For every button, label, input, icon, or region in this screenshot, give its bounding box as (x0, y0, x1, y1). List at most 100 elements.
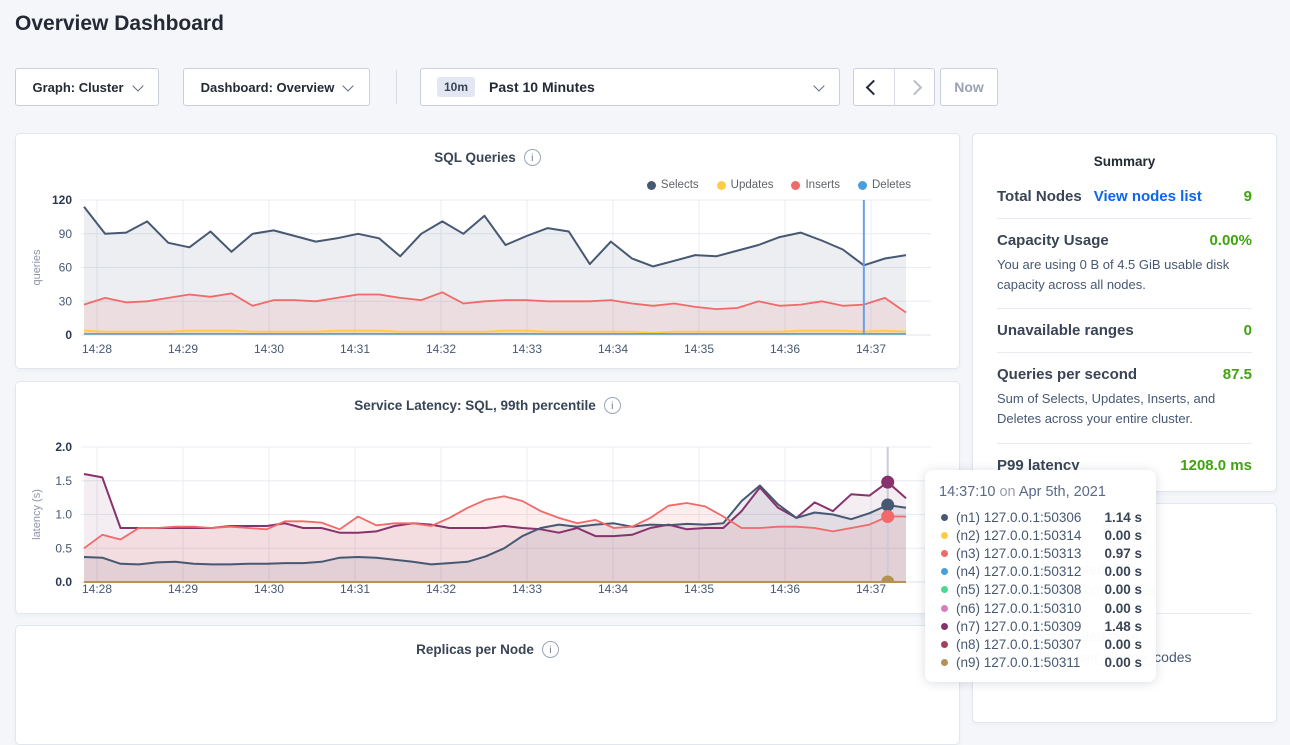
x-axis-tick: 14:28 (82, 342, 112, 356)
info-icon[interactable] (542, 641, 559, 658)
legend-dot (717, 181, 726, 190)
service-latency-header: Service Latency: SQL, 99th percentile (16, 397, 959, 414)
tooltip-row: (n3) 127.0.0.1:503130.97 s (939, 544, 1142, 562)
y-axis-label: latency (s) (31, 489, 43, 540)
series-color-dot (941, 550, 948, 557)
chart-title: Replicas per Node (416, 642, 534, 657)
x-axis-tick: 14:37 (856, 582, 886, 596)
tooltip-timestamp: 14:37:10 on Apr 5th, 2021 (939, 484, 1142, 500)
tooltip-node-label: (n1) 127.0.0.1:50306 (956, 510, 1104, 525)
time-range-label: Past 10 Minutes (489, 79, 815, 95)
x-axis-tick: 14:29 (168, 582, 198, 596)
sql-queries-card: SQL Queries Selects Updates Inserts Deletes… (15, 133, 960, 369)
info-icon[interactable] (524, 149, 541, 166)
service-latency-card: Service Latency: SQL, 99th percentile 14… (15, 381, 960, 614)
tooltip-node-label: (n2) 127.0.0.1:50314 (956, 528, 1104, 543)
legend-label: Deletes (872, 179, 911, 191)
y-axis-tick: 0 (65, 328, 72, 342)
legend-item-updates[interactable]: Updates (717, 179, 774, 191)
y-axis-tick: 0.0 (55, 575, 72, 589)
x-axis-tick: 14:29 (168, 342, 198, 356)
view-nodes-list-link[interactable]: View nodes list (1094, 188, 1202, 205)
qps-label: Queries per second (997, 366, 1137, 383)
x-axis-tick: 14:30 (254, 342, 284, 356)
series-color-dot (941, 532, 948, 539)
time-range-dropdown[interactable]: 10m Past 10 Minutes (420, 68, 840, 106)
legend-item-deletes[interactable]: Deletes (858, 179, 911, 191)
legend-item-inserts[interactable]: Inserts (791, 179, 840, 191)
x-axis-tick: 14:35 (684, 342, 714, 356)
tooltip-row: (n9) 127.0.0.1:503110.00 s (939, 654, 1142, 672)
chevron-down-icon (813, 80, 824, 91)
capacity-label: Capacity Usage (997, 232, 1109, 249)
tooltip-node-value: 0.97 s (1104, 546, 1142, 561)
summary-capacity: Capacity Usage 0.00% You are using 0 B o… (997, 219, 1252, 309)
chart-legend: Selects Updates Inserts Deletes (647, 179, 911, 191)
y-axis-tick: 90 (59, 227, 73, 241)
tooltip-node-label: (n3) 127.0.0.1:50313 (956, 546, 1104, 561)
legend-dot (647, 181, 656, 190)
unavailable-ranges-value: 0 (1244, 322, 1252, 339)
chevron-right-icon (906, 79, 922, 95)
summary-panel: Summary Total Nodes View nodes list 9 Ca… (972, 133, 1277, 492)
tooltip-row: (n6) 127.0.0.1:503100.00 s (939, 599, 1142, 617)
unavailable-ranges-label: Unavailable ranges (997, 322, 1134, 339)
series-color-dot (941, 605, 948, 612)
now-button[interactable]: Now (940, 68, 998, 106)
tooltip-preposition: on (999, 484, 1015, 500)
tooltip-row: (n8) 127.0.0.1:503070.00 s (939, 635, 1142, 653)
tooltip-node-label: (n4) 127.0.0.1:50312 (956, 564, 1104, 579)
hover-dot (881, 476, 894, 489)
y-axis-tick: 0.5 (55, 541, 72, 555)
tooltip-row: (n2) 127.0.0.1:503140.00 s (939, 526, 1142, 544)
dashboard-dropdown[interactable]: Dashboard: Overview (183, 68, 370, 106)
y-axis-tick: 60 (59, 261, 73, 275)
qps-description: Sum of Selects, Updates, Inserts, and De… (997, 389, 1252, 429)
legend-item-selects[interactable]: Selects (647, 179, 699, 191)
tooltip-node-label: (n6) 127.0.0.1:50310 (956, 601, 1104, 616)
tooltip-node-value: 0.00 s (1104, 528, 1142, 543)
page-title: Overview Dashboard (15, 12, 224, 36)
tooltip-node-value: 0.00 s (1104, 582, 1142, 597)
graph-dropdown[interactable]: Graph: Cluster (15, 68, 159, 106)
summary-qps: Queries per second 87.5 Sum of Selects, … (997, 353, 1252, 443)
overview-dashboard-page: Overview Dashboard Graph: Cluster Dashbo… (0, 0, 1290, 689)
replicas-per-node-card: Replicas per Node (15, 625, 960, 745)
x-axis-tick: 14:37 (856, 342, 886, 356)
replicas-per-node-header: Replicas per Node (16, 641, 959, 658)
chart-title: Service Latency: SQL, 99th percentile (354, 398, 596, 413)
dashboard-dropdown-label: Dashboard: Overview (201, 80, 335, 95)
tooltip-node-value: 0.00 s (1104, 601, 1142, 616)
graph-dropdown-label: Graph: Cluster (32, 80, 123, 95)
legend-label: Updates (731, 179, 774, 191)
time-next-button[interactable] (894, 69, 935, 105)
tooltip-row: (n4) 127.0.0.1:503120.00 s (939, 563, 1142, 581)
info-icon[interactable] (604, 397, 621, 414)
time-prev-button[interactable] (854, 69, 894, 105)
sql-queries-chart[interactable]: 14:2814:2914:3014:3114:3214:3314:3414:35… (16, 134, 961, 370)
tooltip-node-value: 0.00 s (1104, 637, 1142, 652)
time-range-badge: 10m (437, 77, 475, 97)
tooltip-node-value: 0.00 s (1104, 564, 1142, 579)
series-color-dot (941, 623, 948, 630)
y-axis-tick: 2.0 (55, 440, 72, 454)
capacity-value: 0.00% (1209, 232, 1252, 249)
tooltip-rows: (n1) 127.0.0.1:503061.14 s(n2) 127.0.0.1… (939, 508, 1142, 672)
tooltip-node-value: 0.00 s (1104, 655, 1142, 670)
series-color-dot (941, 641, 948, 648)
y-axis-tick: 1.5 (55, 474, 72, 488)
x-axis-tick: 14:32 (426, 582, 456, 596)
hover-dot (881, 510, 894, 523)
summary-total-nodes: Total Nodes View nodes list 9 (997, 175, 1252, 219)
chevron-left-icon (866, 79, 882, 95)
summary-unavailable-ranges: Unavailable ranges 0 (997, 309, 1252, 353)
service-latency-chart[interactable]: 14:2814:2914:3014:3114:3214:3314:3414:35… (16, 382, 961, 615)
sql-queries-header: SQL Queries (16, 149, 959, 166)
y-axis-tick: 120 (52, 193, 72, 207)
tooltip-row: (n5) 127.0.0.1:503080.00 s (939, 581, 1142, 599)
chart-title: SQL Queries (434, 150, 516, 165)
legend-label: Inserts (805, 179, 840, 191)
legend-dot (791, 181, 800, 190)
tooltip-node-label: (n8) 127.0.0.1:50307 (956, 637, 1104, 652)
chart-hover-tooltip: 14:37:10 on Apr 5th, 2021 (n1) 127.0.0.1… (925, 470, 1156, 682)
